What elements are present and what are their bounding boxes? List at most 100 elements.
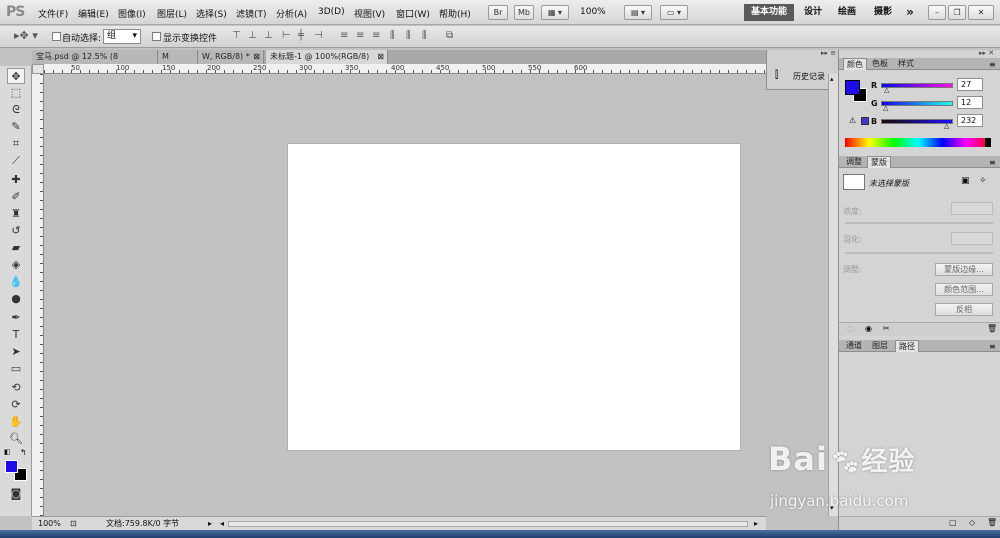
color-range-button[interactable]: 颜色范围... [935, 283, 993, 296]
align-left-icon[interactable]: ⊢ [282, 30, 291, 41]
distribute-bottom-icon[interactable]: ≡ [372, 30, 380, 41]
quick-mask-icon[interactable]: ◙ [7, 486, 25, 502]
input-b[interactable]: 232 [957, 114, 983, 127]
tab-paths[interactable]: 路径 [895, 340, 919, 352]
status-info-icon[interactable]: ⊡ [70, 517, 77, 531]
align-hcenter-icon[interactable]: ╪ [298, 30, 304, 41]
move-tool-preset-icon[interactable]: ▸✥ ▾ [14, 29, 38, 42]
clone-stamp-tool-icon[interactable]: ♜ [7, 206, 25, 222]
distribute-top-icon[interactable]: ≡ [340, 30, 348, 41]
zoom-level[interactable]: 100% [580, 7, 606, 17]
extras-button[interactable]: ▦ ▾ [541, 5, 569, 20]
slider-r[interactable] [881, 83, 953, 88]
eraser-tool-icon[interactable]: ▰ [7, 240, 25, 256]
spectrum-black[interactable] [985, 138, 991, 147]
workspace-design[interactable]: 设计 [800, 4, 826, 21]
gradient-tool-icon[interactable]: ◈ [7, 257, 25, 273]
menu-window[interactable]: 窗口(W) [396, 7, 430, 20]
menu-view[interactable]: 视图(V) [354, 7, 385, 20]
scroll-right-icon[interactable]: ▸ [754, 517, 758, 531]
more-workspaces-button[interactable]: » [902, 4, 918, 21]
eyedropper-tool-icon[interactable]: ⟋ [7, 153, 25, 169]
panel-menu-icon[interactable]: ≡ [989, 60, 996, 69]
gamut-warning-icon[interactable]: ⚠ [849, 116, 856, 125]
menu-edit[interactable]: 编辑(E) [78, 7, 109, 20]
tab-styles[interactable]: 样式 [895, 58, 917, 70]
tab-channels[interactable]: 通道 [843, 340, 865, 352]
history-brush-tool-icon[interactable]: ↺ [7, 223, 25, 239]
document-canvas[interactable] [288, 144, 740, 450]
disable-mask-icon[interactable]: ✂ [883, 324, 890, 333]
menu-image[interactable]: 图像(I) [118, 7, 146, 20]
scroll-up-icon[interactable]: ▴ [830, 75, 834, 83]
delete-mask-icon[interactable]: 🗑︎ [987, 324, 997, 333]
3d-rotate-tool-icon[interactable]: ⟲ [7, 380, 25, 396]
type-tool-icon[interactable]: T [7, 327, 25, 343]
menu-help[interactable]: 帮助(H) [439, 7, 471, 20]
auto-align-icon[interactable]: ⧉ [446, 30, 453, 41]
arrange-button[interactable]: ▤ ▾ [624, 5, 652, 20]
slider-thumb-icon[interactable]: △ [884, 86, 889, 94]
tab-layers[interactable]: 图层 [869, 340, 891, 352]
menu-file[interactable]: 文件(F) [38, 7, 68, 20]
align-bottom-icon[interactable]: ⊥ [264, 30, 273, 41]
hand-tool-icon[interactable]: ✋ [7, 414, 25, 430]
mask-edge-button[interactable]: 蒙版边缘... [935, 263, 993, 276]
swap-colors-icon[interactable]: ↰ [20, 448, 27, 457]
density-slider[interactable] [845, 222, 993, 224]
tab-masks[interactable]: 蒙版 [867, 156, 891, 168]
menu-layer[interactable]: 图层(L) [157, 7, 187, 20]
tab-untitled-1[interactable]: 未标题-1 @ 100%(RGB/8) ⊠ [266, 50, 388, 64]
shape-tool-icon[interactable]: ▭ [7, 361, 25, 377]
menu-3d[interactable]: 3D(D) [318, 7, 345, 17]
tab-swatches[interactable]: 色板 [869, 58, 891, 70]
distribute-vcenter-icon[interactable]: ≡ [356, 30, 364, 41]
menu-select[interactable]: 选择(S) [196, 7, 227, 20]
delete-path-icon[interactable]: 🗑︎ [987, 518, 997, 527]
foreground-color-swatch[interactable] [845, 80, 860, 95]
dodge-tool-icon[interactable]: ● [7, 291, 25, 307]
quick-select-tool-icon[interactable]: ✎ [7, 119, 25, 135]
path-select-tool-icon[interactable]: ➤ [7, 344, 25, 360]
panel-menu-icon[interactable]: ≡ [989, 342, 996, 351]
minimize-icon[interactable]: – [928, 5, 946, 20]
zoom-tool-icon[interactable]: 🔍︎ [7, 431, 25, 447]
tab-adjustments[interactable]: 调整 [843, 156, 865, 168]
distribute-hcenter-icon[interactable]: ⫼ [406, 30, 411, 41]
load-path-icon[interactable]: ◇ [969, 518, 975, 527]
healing-brush-tool-icon[interactable]: ✚ [7, 172, 25, 188]
horizontal-scrollbar[interactable] [228, 521, 748, 527]
feather-slider[interactable] [845, 252, 993, 254]
bridge-button[interactable]: Br [488, 5, 508, 20]
color-spectrum-bar[interactable] [845, 138, 991, 147]
align-top-icon[interactable]: ⊤ [232, 30, 241, 41]
marquee-tool-icon[interactable]: ⬚ [7, 85, 25, 101]
workspace-essentials[interactable]: 基本功能 [744, 4, 794, 21]
gamut-color-swatch[interactable] [861, 117, 869, 125]
input-r[interactable]: 27 [957, 78, 983, 91]
blur-tool-icon[interactable]: 💧 [7, 274, 25, 290]
default-colors-icon[interactable]: ◧ [4, 448, 11, 456]
workspace-photography[interactable]: 摄影 [870, 4, 896, 21]
foreground-color-swatch[interactable] [5, 460, 18, 473]
menu-analysis[interactable]: 分析(A) [276, 7, 307, 20]
screen-mode-button[interactable]: ▭ ▾ [660, 5, 688, 20]
invert-button[interactable]: 反相 [935, 303, 993, 316]
workspace-painting[interactable]: 绘画 [834, 4, 860, 21]
close-tab-icon[interactable]: ⊠ [253, 50, 260, 64]
vector-mask-icon[interactable]: ✧ [979, 176, 987, 186]
auto-select-dropdown[interactable]: 组 ▾ [103, 29, 141, 44]
close-tab-icon[interactable]: ⊠ [377, 50, 384, 64]
collapse-icon[interactable]: ▸▸ ✕ [979, 49, 994, 57]
tab-color[interactable]: 颜色 [843, 58, 867, 70]
ruler-origin[interactable] [32, 64, 44, 74]
load-selection-icon[interactable]: ◌ [847, 324, 854, 333]
slider-thumb-icon[interactable]: △ [944, 122, 949, 130]
crop-tool-icon[interactable]: ⌗ [7, 136, 25, 152]
slider-b[interactable] [881, 119, 953, 124]
status-menu-icon[interactable]: ▸ [208, 517, 212, 531]
slider-thumb-icon[interactable]: △ [883, 104, 888, 112]
distribute-left-icon[interactable]: ⫼ [390, 30, 395, 41]
feather-input[interactable] [951, 232, 993, 245]
tab-m[interactable]: M [158, 50, 198, 64]
